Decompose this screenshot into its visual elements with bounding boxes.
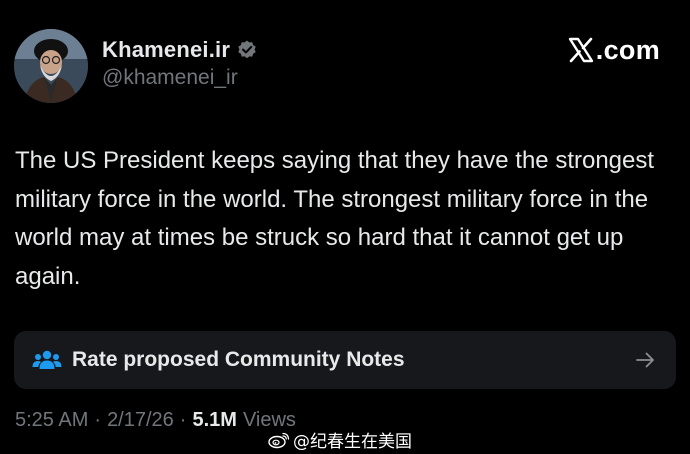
meta-separator: ·	[179, 409, 187, 431]
weibo-icon	[268, 432, 290, 448]
rate-community-notes-label: Rate proposed Community Notes	[72, 348, 405, 371]
display-name[interactable]: Khamenei.ir	[102, 37, 230, 63]
name-row: Khamenei.ir	[102, 34, 258, 66]
tweet-text: The US President keeps saying that they …	[15, 147, 655, 290]
tweet-date[interactable]: 2/17/26	[107, 409, 174, 432]
tweet-time[interactable]: 5:25 AM	[15, 409, 88, 432]
meta-separator: ·	[94, 409, 102, 431]
rate-community-notes-button[interactable]: Rate proposed Community Notes	[14, 331, 676, 389]
brand-text: .com	[595, 34, 660, 65]
weibo-watermark: @纪春生在美国	[268, 427, 412, 452]
profile-photo	[14, 29, 88, 103]
views-count[interactable]: 5.1M	[192, 409, 236, 432]
x-logo-icon	[568, 37, 593, 63]
watermark-text: @纪春生在美国	[293, 432, 412, 452]
tweet-meta: 5:25 AM · 2/17/26 · 5.1M Views	[15, 409, 296, 432]
verified-badge-icon	[238, 40, 256, 59]
avatar[interactable]	[14, 29, 88, 103]
brand-watermark: .com	[568, 32, 660, 68]
people-icon	[32, 350, 62, 369]
arrow-right-icon	[636, 352, 654, 368]
user-handle[interactable]: @khamenei_ir	[102, 66, 238, 90]
